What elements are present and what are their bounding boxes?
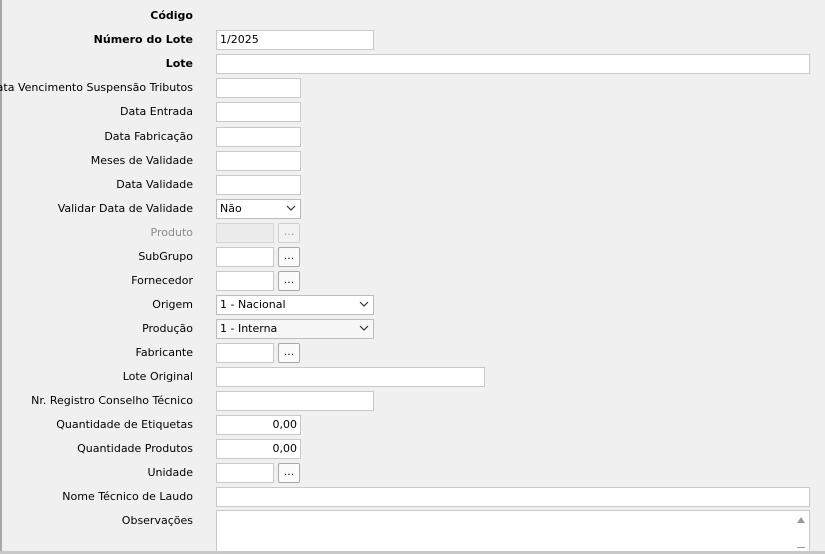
codigo-label: Código	[150, 9, 193, 22]
numero-lote-input[interactable]: 1/2025	[216, 30, 374, 50]
meses-validade-input[interactable]	[216, 151, 301, 171]
origem-value: 1 - Nacional	[220, 298, 286, 311]
row-producao: Produção 1 - Interna	[0, 319, 825, 341]
producao-value: 1 - Interna	[220, 322, 278, 335]
row-fabricante: Fabricante ...	[0, 343, 825, 365]
row-lote-original: Lote Original	[0, 367, 825, 389]
qtd-produtos-label: Quantidade Produtos	[77, 442, 193, 455]
produto-lookup-button: ...	[278, 223, 300, 243]
validar-data-validade-select[interactable]: Não	[216, 199, 301, 219]
row-qtd-etiquetas: Quantidade de Etiquetas 0,00	[0, 415, 825, 437]
lote-original-input[interactable]	[216, 367, 485, 387]
data-fabricacao-input[interactable]	[216, 127, 301, 147]
row-data-venc-suspensao: Data Vencimento Suspensão Tributos	[0, 78, 825, 100]
data-validade-input[interactable]	[216, 175, 301, 195]
data-venc-suspensao-input[interactable]	[216, 78, 301, 98]
unidade-lookup-button[interactable]: ...	[278, 463, 300, 483]
data-fabricacao-label: Data Fabricação	[104, 130, 193, 143]
subgrupo-lookup-button[interactable]: ...	[278, 247, 300, 267]
producao-select[interactable]: 1 - Interna	[216, 319, 374, 339]
producao-label: Produção	[142, 322, 193, 335]
nome-tecnico-laudo-input[interactable]	[216, 487, 810, 507]
row-data-entrada: Data Entrada	[0, 102, 825, 124]
chevron-down-icon	[286, 205, 296, 211]
lote-original-label: Lote Original	[122, 370, 193, 383]
chevron-down-icon	[359, 301, 369, 307]
row-data-validade: Data Validade	[0, 175, 825, 197]
row-lote: Lote	[0, 54, 825, 76]
qtd-etiquetas-input[interactable]: 0,00	[216, 415, 301, 435]
row-meses-validade: Meses de Validade	[0, 151, 825, 173]
chevron-down-icon	[359, 325, 369, 331]
subgrupo-input[interactable]	[216, 247, 274, 267]
fabricante-input[interactable]	[216, 343, 274, 363]
produto-label: Produto	[150, 226, 193, 239]
subgrupo-label: SubGrupo	[138, 250, 193, 263]
data-validade-label: Data Validade	[116, 178, 193, 191]
row-produto: Produto ...	[0, 223, 825, 245]
unidade-input[interactable]	[216, 463, 274, 483]
observacoes-label: Observações	[121, 514, 193, 527]
row-nr-registro: Nr. Registro Conselho Técnico	[0, 391, 825, 413]
data-entrada-input[interactable]	[216, 102, 301, 122]
scroll-up-arrow-icon[interactable]	[797, 517, 805, 523]
row-validar-data-validade: Validar Data de Validade Não	[0, 199, 825, 221]
row-numero-lote: Número do Lote 1/2025	[0, 30, 825, 52]
row-origem: Origem 1 - Nacional	[0, 295, 825, 317]
numero-lote-label: Número do Lote	[93, 33, 193, 46]
nr-registro-label: Nr. Registro Conselho Técnico	[31, 394, 193, 407]
row-data-fabricacao: Data Fabricação	[0, 127, 825, 149]
origem-select[interactable]: 1 - Nacional	[216, 295, 374, 315]
row-nome-tecnico-laudo: Nome Técnico de Laudo	[0, 487, 825, 509]
row-fornecedor: Fornecedor ...	[0, 271, 825, 293]
data-venc-suspensao-label: Data Vencimento Suspensão Tributos	[0, 81, 193, 94]
observacoes-textarea[interactable]	[216, 510, 810, 554]
scrollbar-track	[797, 547, 805, 548]
row-qtd-produtos: Quantidade Produtos 0,00	[0, 439, 825, 461]
produto-input	[216, 223, 274, 243]
fornecedor-label: Fornecedor	[131, 274, 193, 287]
validar-data-validade-label: Validar Data de Validade	[57, 202, 193, 215]
row-codigo: Código	[0, 6, 825, 28]
row-subgrupo: SubGrupo ...	[0, 247, 825, 269]
nome-tecnico-laudo-label: Nome Técnico de Laudo	[62, 490, 193, 503]
data-entrada-label: Data Entrada	[120, 105, 193, 118]
lote-label: Lote	[165, 57, 193, 70]
qtd-produtos-input[interactable]: 0,00	[216, 439, 301, 459]
meses-validade-label: Meses de Validade	[90, 154, 193, 167]
fabricante-label: Fabricante	[135, 346, 193, 359]
row-unidade: Unidade ...	[0, 463, 825, 485]
lote-input[interactable]	[216, 54, 810, 74]
fornecedor-lookup-button[interactable]: ...	[278, 271, 300, 291]
unidade-label: Unidade	[147, 466, 193, 479]
fornecedor-input[interactable]	[216, 271, 274, 291]
nr-registro-input[interactable]	[216, 391, 374, 411]
validar-data-validade-value: Não	[220, 202, 242, 215]
origem-label: Origem	[152, 298, 193, 311]
fabricante-lookup-button[interactable]: ...	[278, 343, 300, 363]
qtd-etiquetas-label: Quantidade de Etiquetas	[56, 418, 193, 431]
